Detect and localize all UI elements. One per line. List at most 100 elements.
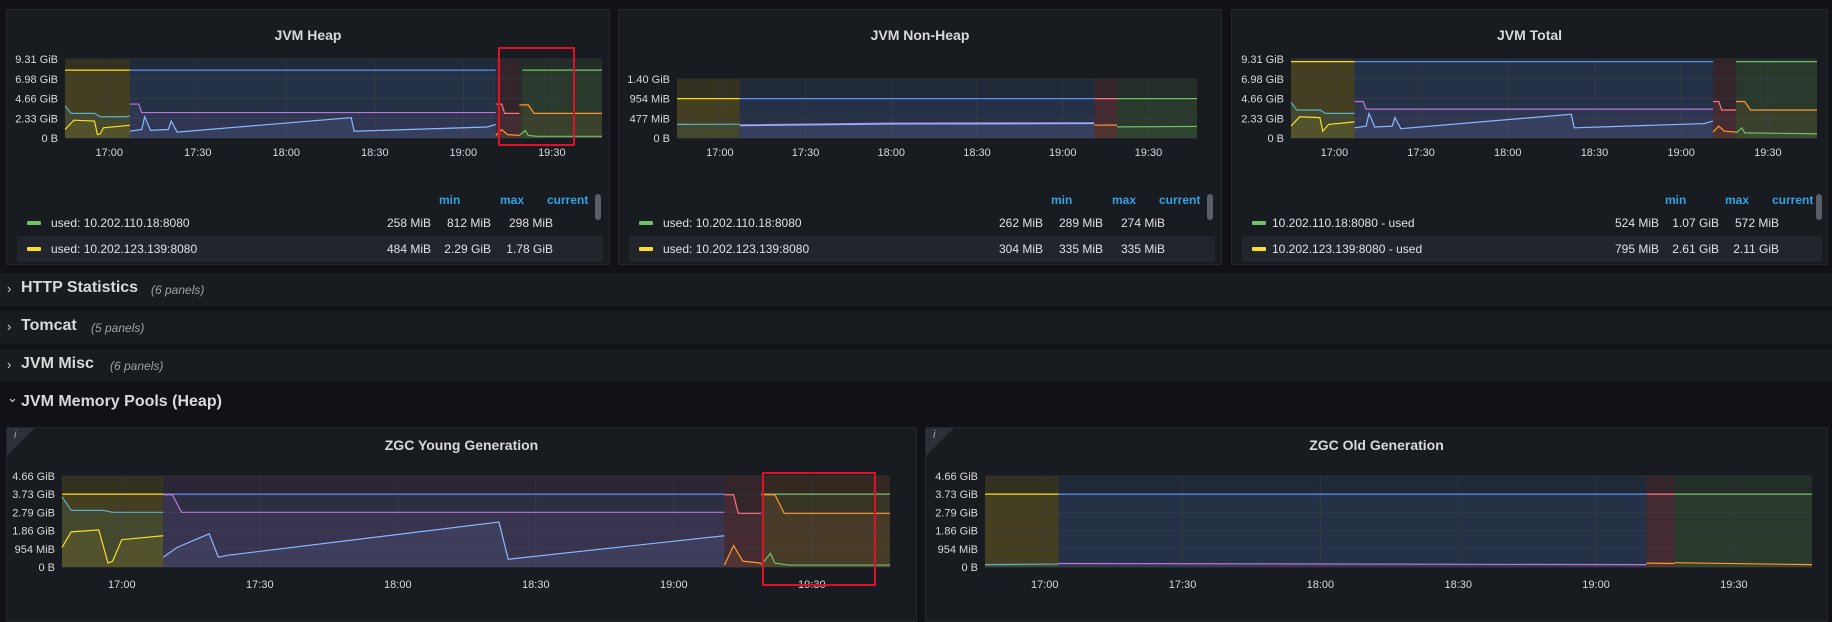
- x-tick-label: 18:00: [273, 147, 301, 159]
- x-tick-label: 17:30: [184, 147, 212, 159]
- legend-current: 2.11 GiB: [1709, 242, 1779, 256]
- legend-header-min[interactable]: min: [439, 193, 460, 207]
- jvm-heap-chart[interactable]: 0 B2.33 GiB4.66 GiB6.98 GiB9.31 GiB17:00…: [7, 10, 610, 200]
- y-tick-label: 0 B: [961, 562, 978, 574]
- x-tick-label: 18:00: [878, 147, 906, 159]
- legend-header-max[interactable]: max: [500, 193, 524, 207]
- legend-current: 572 MiB: [1709, 216, 1779, 230]
- x-tick-label: 18:00: [1307, 579, 1335, 591]
- panel-jvm-total[interactable]: JVM Total 0 B2.33 GiB4.66 GiB6.98 GiB9.3…: [1231, 9, 1828, 265]
- panel-zgc-old-generation[interactable]: i ZGC Old Generation 0 B954 MiB1.86 GiB2…: [925, 427, 1828, 622]
- x-tick-label: 19:00: [1049, 147, 1077, 159]
- legend-scrollbar[interactable]: [595, 194, 601, 220]
- y-tick-label: 3.73 GiB: [12, 489, 55, 501]
- x-tick-label: 18:00: [1494, 147, 1522, 159]
- legend-row[interactable]: used: 10.202.110.18:8080 262 MiB 289 MiB…: [629, 210, 1215, 236]
- legend-current: 274 MiB: [1095, 216, 1165, 230]
- legend-header-current[interactable]: current: [547, 193, 588, 207]
- legend-swatch: [639, 221, 653, 225]
- legend-header-max[interactable]: max: [1725, 193, 1749, 207]
- legend-series-name: used: 10.202.123.139:8080: [51, 242, 197, 256]
- x-tick-label: 19:30: [1754, 147, 1782, 159]
- panel-jvm-heap[interactable]: JVM Heap 0 B2.33 GiB4.66 GiB6.98 GiB9.31…: [6, 9, 610, 265]
- legend-series-name: 10.202.123.139:8080 - used: [1272, 242, 1422, 256]
- legend-header-current[interactable]: current: [1159, 193, 1200, 207]
- x-tick-label: 18:30: [963, 147, 991, 159]
- x-tick-label: 17:00: [108, 579, 136, 591]
- y-tick-label: 0 B: [1267, 133, 1284, 145]
- x-tick-label: 18:30: [1444, 579, 1472, 591]
- x-tick-label: 17:30: [246, 579, 274, 591]
- x-tick-label: 17:00: [95, 147, 123, 159]
- legend-row[interactable]: 10.202.123.139:8080 - used 795 MiB 2.61 …: [1242, 236, 1822, 262]
- x-tick-label: 18:30: [361, 147, 389, 159]
- y-tick-label: 954 MiB: [938, 544, 978, 556]
- legend-current: 298 MiB: [483, 216, 553, 230]
- legend-row[interactable]: used: 10.202.123.139:8080 484 MiB 2.29 G…: [17, 236, 603, 262]
- x-tick-label: 17:30: [1407, 147, 1435, 159]
- y-tick-label: 4.66 GiB: [15, 94, 58, 106]
- row-panel-count: (6 panels): [151, 283, 204, 297]
- series-area: [1647, 494, 1675, 567]
- legend-scrollbar[interactable]: [1207, 194, 1213, 220]
- y-tick-label: 2.79 GiB: [935, 507, 978, 519]
- panel-jvm-non-heap[interactable]: JVM Non-Heap 0 B477 MiB954 MiB1.40 GiB17…: [618, 9, 1222, 265]
- chevron-right-icon: ›: [7, 357, 11, 372]
- y-tick-label: 9.31 GiB: [15, 54, 58, 66]
- legend-row[interactable]: used: 10.202.123.139:8080 304 MiB 335 Mi…: [629, 236, 1215, 262]
- x-tick-label: 17:00: [1321, 147, 1349, 159]
- y-tick-label: 6.98 GiB: [1241, 74, 1284, 86]
- legend-swatch: [1252, 221, 1266, 225]
- legend-max: 2.29 GiB: [421, 242, 491, 256]
- jvm-non-heap-chart[interactable]: 0 B477 MiB954 MiB1.40 GiB17:0017:3018:00…: [619, 10, 1222, 200]
- y-tick-label: 6.98 GiB: [15, 74, 58, 86]
- legend-series-name: used: 10.202.110.18:8080: [51, 216, 190, 230]
- x-tick-label: 19:30: [1720, 579, 1748, 591]
- x-tick-label: 18:30: [522, 579, 550, 591]
- row-panel-count: (6 panels): [110, 359, 163, 373]
- series-area: [1117, 126, 1197, 138]
- legend-swatch: [1252, 247, 1266, 251]
- zgc-old-generation-chart[interactable]: 0 B954 MiB1.86 GiB2.79 GiB3.73 GiB4.66 G…: [926, 428, 1828, 622]
- legend-current: 1.78 GiB: [483, 242, 553, 256]
- x-tick-label: 17:30: [792, 147, 820, 159]
- panel-zgc-young-generation[interactable]: i ZGC Young Generation 0 B954 MiB1.86 Gi…: [6, 427, 917, 622]
- y-tick-label: 4.66 GiB: [1241, 94, 1284, 106]
- row-title: JVM Misc: [21, 355, 94, 373]
- chevron-right-icon: ›: [7, 319, 11, 334]
- y-tick-label: 3.73 GiB: [935, 489, 978, 501]
- legend-series-name: used: 10.202.110.18:8080: [663, 216, 802, 230]
- legend-header-current[interactable]: current: [1772, 193, 1813, 207]
- legend-header-max[interactable]: max: [1112, 193, 1136, 207]
- y-tick-label: 4.66 GiB: [12, 471, 55, 483]
- legend-row[interactable]: 10.202.110.18:8080 - used 524 MiB 1.07 G…: [1242, 210, 1822, 236]
- x-tick-label: 17:30: [1169, 579, 1197, 591]
- jvm-total-chart[interactable]: 0 B2.33 GiB4.66 GiB6.98 GiB9.31 GiB17:00…: [1232, 10, 1828, 200]
- row-http-statistics[interactable]: › HTTP Statistics (6 panels): [0, 273, 1832, 306]
- legend-swatch: [27, 247, 41, 251]
- y-tick-label: 954 MiB: [630, 94, 670, 106]
- legend-max: 335 MiB: [1033, 242, 1103, 256]
- y-tick-label: 0 B: [653, 133, 670, 145]
- row-tomcat[interactable]: › Tomcat (5 panels): [0, 311, 1832, 344]
- row-title: HTTP Statistics: [21, 279, 138, 297]
- x-tick-label: 17:00: [1031, 579, 1059, 591]
- legend-max: 289 MiB: [1033, 216, 1103, 230]
- row-jvm-memory-pools-heap[interactable]: ⌄ JVM Memory Pools (Heap): [0, 387, 1832, 420]
- x-tick-label: 19:30: [538, 147, 566, 159]
- legend-swatch: [27, 221, 41, 225]
- legend-scrollbar[interactable]: [1816, 194, 1822, 220]
- legend-row[interactable]: used: 10.202.110.18:8080 258 MiB 812 MiB…: [17, 210, 603, 236]
- legend-series-name: 10.202.110.18:8080 - used: [1272, 216, 1415, 230]
- row-jvm-misc[interactable]: › JVM Misc (6 panels): [0, 349, 1832, 382]
- series-area: [1674, 494, 1812, 567]
- x-tick-label: 18:30: [1581, 147, 1609, 159]
- legend-header-min[interactable]: min: [1665, 193, 1686, 207]
- legend-series-name: used: 10.202.123.139:8080: [663, 242, 809, 256]
- chevron-right-icon: ›: [7, 281, 11, 296]
- y-tick-label: 2.79 GiB: [12, 507, 55, 519]
- legend-header-min[interactable]: min: [1051, 193, 1072, 207]
- x-tick-label: 19:00: [1582, 579, 1610, 591]
- zgc-young-generation-chart[interactable]: 0 B954 MiB1.86 GiB2.79 GiB3.73 GiB4.66 G…: [7, 428, 917, 622]
- y-tick-label: 2.33 GiB: [15, 113, 58, 125]
